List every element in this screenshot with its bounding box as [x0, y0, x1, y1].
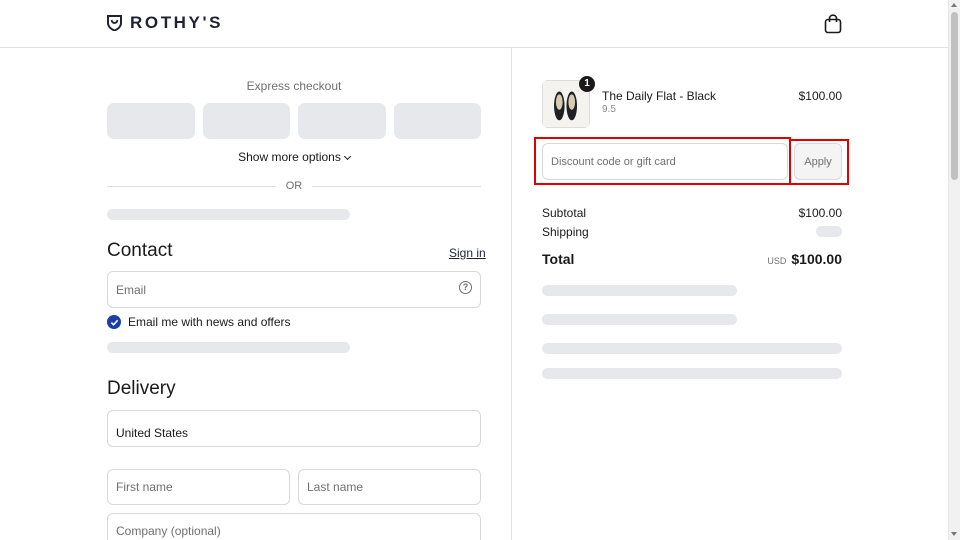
sign-in-link[interactable]: Sign in [449, 246, 486, 260]
cart-line-item: 1 The Daily Flat - Black 9.5 $100.00 [542, 76, 842, 128]
show-more-options-button[interactable]: Show more options [107, 150, 481, 164]
loading-placeholder [542, 368, 842, 379]
subtotal-row: Subtotal $100.00 [542, 206, 842, 220]
express-checkout-label: Express checkout [246, 79, 342, 93]
scroll-thumb[interactable] [951, 12, 958, 180]
first-name-placeholder: First name [116, 480, 173, 494]
shield-logo-icon [107, 15, 122, 31]
shipping-loading-placeholder [816, 226, 842, 237]
highlight-box-discount [534, 137, 791, 185]
loading-placeholder [107, 209, 350, 220]
or-separator: OR [107, 180, 481, 192]
express-pay-button-3[interactable] [298, 103, 386, 139]
product-price: $100.00 [798, 89, 842, 103]
quantity-badge: 1 [579, 76, 595, 92]
total-label: Total [542, 251, 575, 267]
email-field[interactable]: Email ? [107, 271, 481, 308]
brand-name: ROTHY'S [130, 13, 224, 32]
checkmark-icon [110, 319, 118, 326]
newsletter-option[interactable]: Email me with news and offers [107, 315, 291, 329]
total-amount: $100.00 [791, 251, 842, 267]
shipping-row: Shipping [542, 225, 842, 239]
product-name: The Daily Flat - Black [602, 89, 717, 103]
email-placeholder: Email [116, 282, 147, 297]
express-checkout-buttons [107, 103, 481, 139]
show-more-label: Show more options [238, 150, 341, 164]
subtotal-value: $100.00 [798, 206, 842, 220]
first-name-field[interactable]: First name [107, 469, 290, 505]
total-value-group: USD $100.00 [767, 251, 842, 267]
loading-placeholder [107, 342, 350, 353]
last-name-placeholder: Last name [307, 480, 364, 494]
express-pay-button-4[interactable] [393, 103, 481, 139]
contact-title: Contact [107, 240, 173, 261]
total-row: Total USD $100.00 [542, 251, 842, 269]
delivery-title: Delivery [107, 378, 176, 399]
product-thumbnail: 1 [542, 76, 595, 128]
site-header: ROTHY'S [0, 0, 948, 48]
help-icon[interactable]: ? [459, 281, 472, 294]
brand-logo[interactable]: ROTHY'S [107, 13, 223, 33]
currency-code: USD [767, 256, 787, 266]
shopping-bag-icon[interactable] [824, 14, 842, 34]
page-scrollbar[interactable] [948, 0, 960, 540]
country-value: United States [116, 425, 189, 440]
loading-placeholder [542, 314, 737, 325]
country-select[interactable]: United States [107, 410, 481, 447]
company-placeholder: Company (optional) [116, 524, 221, 538]
express-pay-button-2[interactable] [202, 103, 290, 139]
highlight-box-apply [789, 139, 849, 185]
shipping-label: Shipping [542, 225, 589, 239]
or-text: OR [285, 180, 303, 192]
subtotal-label: Subtotal [542, 206, 587, 220]
separator-line [107, 185, 276, 187]
column-divider [511, 48, 512, 540]
newsletter-checkbox[interactable] [107, 315, 121, 329]
separator-line [312, 185, 481, 187]
express-pay-button-1[interactable] [107, 103, 195, 139]
loading-placeholder [542, 343, 842, 354]
loading-placeholder [542, 285, 737, 296]
product-variant: 9.5 [602, 104, 616, 115]
chevron-down-icon [343, 152, 351, 161]
last-name-field[interactable]: Last name [298, 469, 481, 505]
newsletter-label: Email me with news and offers [128, 315, 291, 329]
company-field[interactable]: Company (optional) [107, 513, 481, 540]
scroll-up-arrow-icon[interactable] [951, 3, 957, 7]
scroll-down-arrow-icon[interactable] [951, 532, 957, 536]
